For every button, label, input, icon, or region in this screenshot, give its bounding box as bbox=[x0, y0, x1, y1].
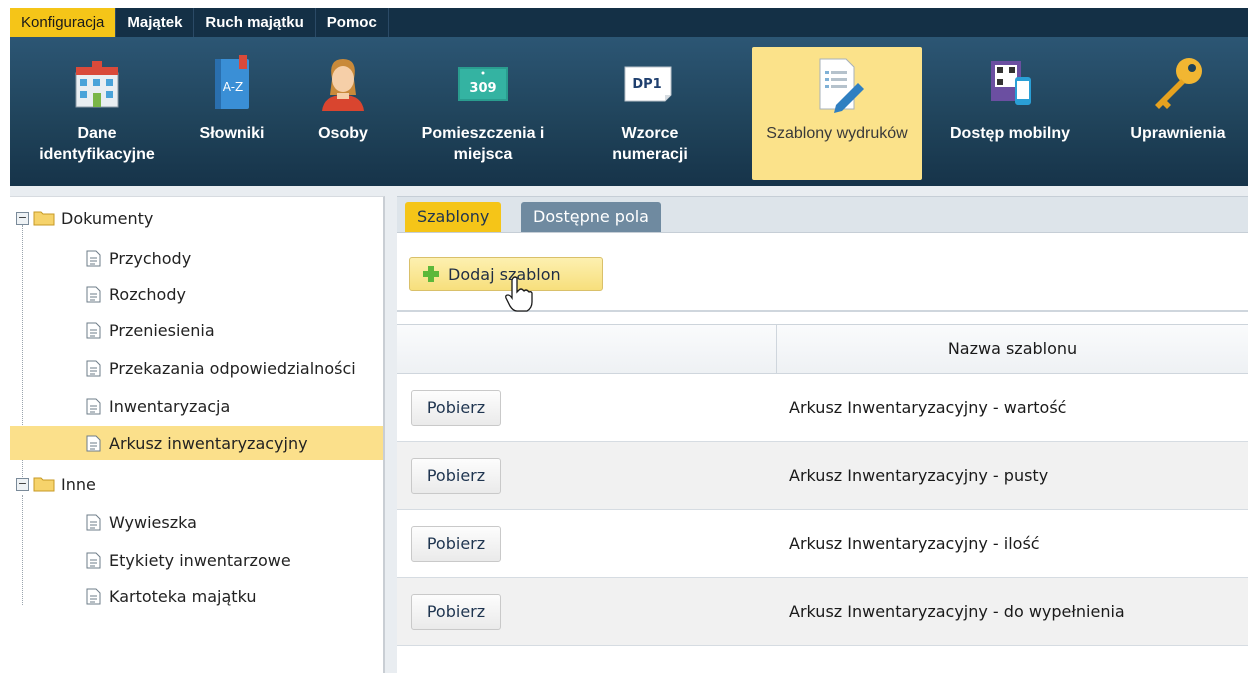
menu-item-majatek[interactable]: Majątek bbox=[116, 8, 195, 37]
tool-uprawnienia[interactable]: Uprawnienia bbox=[1108, 47, 1248, 180]
tree-group-label: Inne bbox=[61, 474, 96, 494]
tree-group-inne[interactable]: − Inne bbox=[10, 467, 383, 501]
template-name: Arkusz Inwentaryzacyjny - pusty bbox=[789, 466, 1049, 485]
tool-label: Szablony wydruków bbox=[766, 125, 908, 142]
collapse-icon[interactable]: − bbox=[16, 211, 29, 225]
document-icon bbox=[86, 398, 101, 414]
collapse-icon[interactable]: − bbox=[16, 477, 29, 491]
tab-dostepne-pola[interactable]: Dostępne pola bbox=[521, 202, 661, 233]
tool-label: Wzorce numeracji bbox=[612, 125, 688, 163]
mobile-access-icon bbox=[991, 61, 1031, 105]
hand-cursor-icon bbox=[505, 276, 533, 312]
tool-wzorce-numeracji[interactable]: DP1 Wzorce numeracji bbox=[590, 47, 710, 180]
key-icon bbox=[1155, 58, 1202, 109]
tab-szablony[interactable]: Szablony bbox=[405, 202, 502, 233]
tool-slowniki[interactable]: A-Z Słowniki bbox=[182, 47, 282, 180]
tab-bar: Szablony Dostępne pola bbox=[397, 196, 1248, 233]
tree-item-label: Wywieszka bbox=[109, 512, 197, 532]
tree-item-kartoteka[interactable]: Kartoteka majątku bbox=[10, 579, 383, 613]
template-name: Arkusz Inwentaryzacyjny - ilość bbox=[789, 534, 1040, 553]
grid-header: Nazwa szablonu bbox=[397, 325, 1248, 374]
tree-item-label: Przekazania odpowiedzialności bbox=[109, 358, 356, 378]
numbering-pattern-icon: DP1 bbox=[624, 66, 672, 102]
tree-item-przychody[interactable]: Przychody bbox=[10, 241, 383, 275]
tree-item-label: Inwentaryzacja bbox=[109, 396, 231, 416]
tree-panel: − Dokumenty Przychody Rozchody Przeniesi… bbox=[10, 196, 385, 673]
table-row: Pobierz Arkusz Inwentaryzacyjny - pusty bbox=[397, 442, 1248, 510]
tree-item-rozchody[interactable]: Rozchody bbox=[10, 277, 383, 311]
tree-item-label: Arkusz inwentaryzacyjny bbox=[109, 433, 308, 453]
tree-item-przeniesienia[interactable]: Przeniesienia bbox=[10, 313, 383, 347]
tree-item-wywieszka[interactable]: Wywieszka bbox=[10, 505, 383, 539]
tree-item-label: Kartoteka majątku bbox=[109, 586, 257, 606]
tool-label: Słowniki bbox=[199, 125, 265, 142]
pattern-badge: DP1 bbox=[632, 77, 661, 92]
plus-icon bbox=[423, 266, 439, 282]
document-icon bbox=[86, 552, 101, 568]
tree-item-przekazania[interactable]: Przekazania odpowiedzialności bbox=[10, 351, 383, 385]
tool-label: Pomieszczenia i miejsca bbox=[421, 125, 545, 163]
tool-dane-identyfikacyjne[interactable]: Dane identyfikacyjne bbox=[32, 47, 162, 180]
tool-label: Dostęp mobilny bbox=[949, 125, 1070, 142]
panel-splitter[interactable] bbox=[385, 186, 397, 673]
panel-gap bbox=[10, 186, 1248, 196]
tree-item-inwentaryzacja[interactable]: Inwentaryzacja bbox=[10, 389, 383, 423]
menu-bar: Konfiguracja Majątek Ruch majątku Pomoc bbox=[0, 0, 1248, 38]
print-template-icon bbox=[819, 58, 864, 113]
ribbon-toolbar: Dane identyfikacyjne A-Z Słowniki Osoby … bbox=[10, 37, 1248, 187]
template-name: Arkusz Inwentaryzacyjny - wartość bbox=[789, 398, 1067, 417]
grid-header-name[interactable]: Nazwa szablonu bbox=[777, 325, 1248, 373]
person-icon bbox=[322, 59, 364, 111]
tree-item-etykiety[interactable]: Etykiety inwentarzowe bbox=[10, 543, 383, 577]
room-number-badge: 309 bbox=[469, 81, 496, 96]
menu-item-pomoc[interactable]: Pomoc bbox=[316, 8, 389, 37]
content-panel: Szablony Dostępne pola Dodaj szablon Naz… bbox=[397, 196, 1248, 673]
folder-icon bbox=[33, 211, 55, 226]
download-button[interactable]: Pobierz bbox=[411, 458, 501, 494]
template-name: Arkusz Inwentaryzacyjny - do wypełnienia bbox=[789, 602, 1125, 621]
table-row: Pobierz Arkusz Inwentaryzacyjny - ilość bbox=[397, 510, 1248, 578]
menu-item-ruch-majatku[interactable]: Ruch majątku bbox=[194, 8, 316, 37]
dictionary-badge: A-Z bbox=[223, 80, 244, 94]
tree-item-arkusz-inwentaryzacyjny[interactable]: Arkusz inwentaryzacyjny bbox=[10, 426, 383, 460]
tool-szablony-wydrukow[interactable]: Szablony wydruków bbox=[752, 47, 922, 180]
tool-label: Osoby bbox=[318, 125, 368, 142]
tree-item-label: Przychody bbox=[109, 248, 192, 268]
tool-label: Dane identyfikacyjne bbox=[39, 125, 155, 163]
table-row: Pobierz Arkusz Inwentaryzacyjny - wartoś… bbox=[397, 374, 1248, 442]
document-icon bbox=[86, 435, 101, 451]
menu-item-konfiguracja[interactable]: Konfiguracja bbox=[10, 8, 117, 37]
tool-label: Uprawnienia bbox=[1130, 125, 1226, 142]
tool-pomieszczenia[interactable]: 309 Pomieszczenia i miejsca bbox=[398, 47, 568, 180]
tree-group-dokumenty[interactable]: − Dokumenty bbox=[10, 201, 383, 235]
templates-grid: Nazwa szablonu Pobierz Arkusz Inwentaryz… bbox=[397, 324, 1248, 673]
menu-strip: Konfiguracja Majątek Ruch majątku Pomoc bbox=[10, 8, 1248, 37]
tree-item-label: Rozchody bbox=[109, 284, 186, 304]
tree-item-label: Przeniesienia bbox=[109, 320, 215, 340]
document-icon bbox=[86, 360, 101, 376]
tool-osoby[interactable]: Osoby bbox=[298, 47, 388, 180]
table-row: Pobierz Arkusz Inwentaryzacyjny - do wyp… bbox=[397, 578, 1248, 646]
document-icon bbox=[86, 250, 101, 266]
document-icon bbox=[86, 286, 101, 302]
grid-header-actions bbox=[397, 325, 777, 373]
download-button[interactable]: Pobierz bbox=[411, 390, 501, 426]
folder-icon bbox=[33, 477, 55, 492]
tree-group-label: Dokumenty bbox=[61, 208, 154, 228]
building-icon bbox=[75, 61, 119, 108]
download-button[interactable]: Pobierz bbox=[411, 526, 501, 562]
tree-item-label: Etykiety inwentarzowe bbox=[109, 550, 291, 570]
document-icon bbox=[86, 514, 101, 530]
room-number-icon: 309 bbox=[458, 67, 508, 101]
document-icon bbox=[86, 588, 101, 604]
dictionary-icon: A-Z bbox=[215, 55, 249, 109]
document-icon bbox=[86, 322, 101, 338]
download-button[interactable]: Pobierz bbox=[411, 594, 501, 630]
tool-dostep-mobilny[interactable]: Dostęp mobilny bbox=[930, 47, 1090, 180]
